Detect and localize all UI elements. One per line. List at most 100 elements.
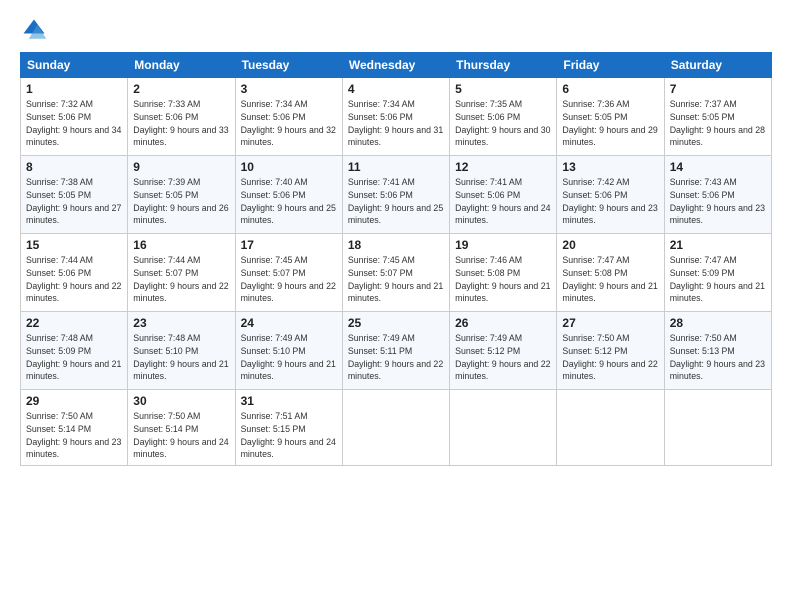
day-of-week-header: Monday bbox=[128, 53, 235, 78]
day-info: Sunrise: 7:33 AM Sunset: 5:06 PM Dayligh… bbox=[133, 98, 229, 149]
day-number: 2 bbox=[133, 82, 229, 96]
day-number: 11 bbox=[348, 160, 444, 174]
day-info: Sunrise: 7:50 AM Sunset: 5:12 PM Dayligh… bbox=[562, 332, 658, 383]
day-info: Sunrise: 7:45 AM Sunset: 5:07 PM Dayligh… bbox=[348, 254, 444, 305]
calendar-cell: 3 Sunrise: 7:34 AM Sunset: 5:06 PM Dayli… bbox=[235, 78, 342, 156]
logo-icon bbox=[20, 16, 48, 44]
header bbox=[20, 16, 772, 44]
day-number: 29 bbox=[26, 394, 122, 408]
day-number: 16 bbox=[133, 238, 229, 252]
calendar-cell: 7 Sunrise: 7:37 AM Sunset: 5:05 PM Dayli… bbox=[664, 78, 771, 156]
day-number: 19 bbox=[455, 238, 551, 252]
calendar-cell: 23 Sunrise: 7:48 AM Sunset: 5:10 PM Dayl… bbox=[128, 312, 235, 390]
day-info: Sunrise: 7:47 AM Sunset: 5:09 PM Dayligh… bbox=[670, 254, 766, 305]
day-of-week-header: Sunday bbox=[21, 53, 128, 78]
day-of-week-header: Tuesday bbox=[235, 53, 342, 78]
calendar-cell bbox=[450, 390, 557, 466]
calendar-cell bbox=[557, 390, 664, 466]
day-number: 20 bbox=[562, 238, 658, 252]
day-number: 24 bbox=[241, 316, 337, 330]
day-number: 28 bbox=[670, 316, 766, 330]
calendar-cell: 17 Sunrise: 7:45 AM Sunset: 5:07 PM Dayl… bbox=[235, 234, 342, 312]
calendar-cell: 11 Sunrise: 7:41 AM Sunset: 5:06 PM Dayl… bbox=[342, 156, 449, 234]
day-number: 12 bbox=[455, 160, 551, 174]
day-info: Sunrise: 7:41 AM Sunset: 5:06 PM Dayligh… bbox=[348, 176, 444, 227]
day-number: 26 bbox=[455, 316, 551, 330]
calendar-cell: 9 Sunrise: 7:39 AM Sunset: 5:05 PM Dayli… bbox=[128, 156, 235, 234]
day-info: Sunrise: 7:43 AM Sunset: 5:06 PM Dayligh… bbox=[670, 176, 766, 227]
day-info: Sunrise: 7:40 AM Sunset: 5:06 PM Dayligh… bbox=[241, 176, 337, 227]
calendar-cell: 31 Sunrise: 7:51 AM Sunset: 5:15 PM Dayl… bbox=[235, 390, 342, 466]
day-info: Sunrise: 7:38 AM Sunset: 5:05 PM Dayligh… bbox=[26, 176, 122, 227]
day-number: 6 bbox=[562, 82, 658, 96]
day-info: Sunrise: 7:50 AM Sunset: 5:14 PM Dayligh… bbox=[133, 410, 229, 461]
day-number: 30 bbox=[133, 394, 229, 408]
day-number: 25 bbox=[348, 316, 444, 330]
day-info: Sunrise: 7:41 AM Sunset: 5:06 PM Dayligh… bbox=[455, 176, 551, 227]
calendar-cell: 14 Sunrise: 7:43 AM Sunset: 5:06 PM Dayl… bbox=[664, 156, 771, 234]
calendar-table: SundayMondayTuesdayWednesdayThursdayFrid… bbox=[20, 52, 772, 466]
day-of-week-header: Friday bbox=[557, 53, 664, 78]
day-number: 17 bbox=[241, 238, 337, 252]
calendar-cell: 25 Sunrise: 7:49 AM Sunset: 5:11 PM Dayl… bbox=[342, 312, 449, 390]
day-number: 18 bbox=[348, 238, 444, 252]
day-of-week-header: Thursday bbox=[450, 53, 557, 78]
calendar-cell: 13 Sunrise: 7:42 AM Sunset: 5:06 PM Dayl… bbox=[557, 156, 664, 234]
day-info: Sunrise: 7:49 AM Sunset: 5:12 PM Dayligh… bbox=[455, 332, 551, 383]
day-info: Sunrise: 7:44 AM Sunset: 5:06 PM Dayligh… bbox=[26, 254, 122, 305]
calendar-cell: 28 Sunrise: 7:50 AM Sunset: 5:13 PM Dayl… bbox=[664, 312, 771, 390]
calendar-cell bbox=[664, 390, 771, 466]
day-number: 1 bbox=[26, 82, 122, 96]
calendar-cell: 22 Sunrise: 7:48 AM Sunset: 5:09 PM Dayl… bbox=[21, 312, 128, 390]
day-info: Sunrise: 7:48 AM Sunset: 5:09 PM Dayligh… bbox=[26, 332, 122, 383]
calendar-cell: 16 Sunrise: 7:44 AM Sunset: 5:07 PM Dayl… bbox=[128, 234, 235, 312]
day-info: Sunrise: 7:45 AM Sunset: 5:07 PM Dayligh… bbox=[241, 254, 337, 305]
calendar-cell: 19 Sunrise: 7:46 AM Sunset: 5:08 PM Dayl… bbox=[450, 234, 557, 312]
day-info: Sunrise: 7:49 AM Sunset: 5:10 PM Dayligh… bbox=[241, 332, 337, 383]
calendar-cell: 18 Sunrise: 7:45 AM Sunset: 5:07 PM Dayl… bbox=[342, 234, 449, 312]
calendar-cell: 8 Sunrise: 7:38 AM Sunset: 5:05 PM Dayli… bbox=[21, 156, 128, 234]
calendar-cell: 10 Sunrise: 7:40 AM Sunset: 5:06 PM Dayl… bbox=[235, 156, 342, 234]
calendar-cell: 20 Sunrise: 7:47 AM Sunset: 5:08 PM Dayl… bbox=[557, 234, 664, 312]
day-number: 31 bbox=[241, 394, 337, 408]
day-info: Sunrise: 7:34 AM Sunset: 5:06 PM Dayligh… bbox=[348, 98, 444, 149]
day-number: 22 bbox=[26, 316, 122, 330]
day-number: 5 bbox=[455, 82, 551, 96]
day-number: 21 bbox=[670, 238, 766, 252]
day-info: Sunrise: 7:48 AM Sunset: 5:10 PM Dayligh… bbox=[133, 332, 229, 383]
logo bbox=[20, 16, 52, 44]
calendar-cell: 15 Sunrise: 7:44 AM Sunset: 5:06 PM Dayl… bbox=[21, 234, 128, 312]
day-info: Sunrise: 7:32 AM Sunset: 5:06 PM Dayligh… bbox=[26, 98, 122, 149]
day-of-week-header: Saturday bbox=[664, 53, 771, 78]
day-number: 4 bbox=[348, 82, 444, 96]
calendar-cell: 29 Sunrise: 7:50 AM Sunset: 5:14 PM Dayl… bbox=[21, 390, 128, 466]
calendar-cell: 2 Sunrise: 7:33 AM Sunset: 5:06 PM Dayli… bbox=[128, 78, 235, 156]
calendar-cell: 27 Sunrise: 7:50 AM Sunset: 5:12 PM Dayl… bbox=[557, 312, 664, 390]
day-info: Sunrise: 7:50 AM Sunset: 5:14 PM Dayligh… bbox=[26, 410, 122, 461]
day-number: 10 bbox=[241, 160, 337, 174]
day-info: Sunrise: 7:46 AM Sunset: 5:08 PM Dayligh… bbox=[455, 254, 551, 305]
day-number: 7 bbox=[670, 82, 766, 96]
day-number: 13 bbox=[562, 160, 658, 174]
day-number: 23 bbox=[133, 316, 229, 330]
calendar-cell: 24 Sunrise: 7:49 AM Sunset: 5:10 PM Dayl… bbox=[235, 312, 342, 390]
calendar-cell: 30 Sunrise: 7:50 AM Sunset: 5:14 PM Dayl… bbox=[128, 390, 235, 466]
day-number: 15 bbox=[26, 238, 122, 252]
calendar-cell: 4 Sunrise: 7:34 AM Sunset: 5:06 PM Dayli… bbox=[342, 78, 449, 156]
calendar-cell: 26 Sunrise: 7:49 AM Sunset: 5:12 PM Dayl… bbox=[450, 312, 557, 390]
day-info: Sunrise: 7:49 AM Sunset: 5:11 PM Dayligh… bbox=[348, 332, 444, 383]
day-info: Sunrise: 7:39 AM Sunset: 5:05 PM Dayligh… bbox=[133, 176, 229, 227]
day-info: Sunrise: 7:35 AM Sunset: 5:06 PM Dayligh… bbox=[455, 98, 551, 149]
calendar-cell: 5 Sunrise: 7:35 AM Sunset: 5:06 PM Dayli… bbox=[450, 78, 557, 156]
calendar-cell: 12 Sunrise: 7:41 AM Sunset: 5:06 PM Dayl… bbox=[450, 156, 557, 234]
calendar-cell bbox=[342, 390, 449, 466]
day-number: 8 bbox=[26, 160, 122, 174]
day-number: 3 bbox=[241, 82, 337, 96]
day-info: Sunrise: 7:36 AM Sunset: 5:05 PM Dayligh… bbox=[562, 98, 658, 149]
day-info: Sunrise: 7:37 AM Sunset: 5:05 PM Dayligh… bbox=[670, 98, 766, 149]
day-info: Sunrise: 7:42 AM Sunset: 5:06 PM Dayligh… bbox=[562, 176, 658, 227]
day-info: Sunrise: 7:51 AM Sunset: 5:15 PM Dayligh… bbox=[241, 410, 337, 461]
day-info: Sunrise: 7:47 AM Sunset: 5:08 PM Dayligh… bbox=[562, 254, 658, 305]
day-number: 9 bbox=[133, 160, 229, 174]
day-number: 27 bbox=[562, 316, 658, 330]
